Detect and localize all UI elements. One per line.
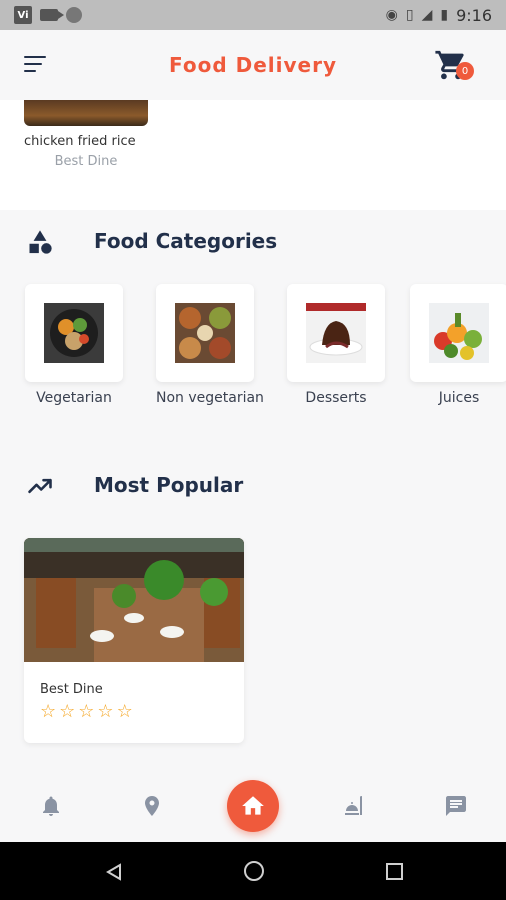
popular-restaurant-card[interactable]: Best Dine ☆ ☆ ☆ ☆ ☆ <box>24 538 244 743</box>
trending-up-icon <box>28 478 52 494</box>
restaurant-image <box>24 538 244 662</box>
desserts-image <box>306 303 366 363</box>
category-card[interactable] <box>156 284 254 382</box>
system-home-icon[interactable] <box>244 861 264 881</box>
category-vegetarian[interactable]: Vegetarian <box>25 284 123 406</box>
category-card[interactable] <box>410 284 506 382</box>
status-time: 9:16 <box>456 5 492 25</box>
juices-image <box>429 303 489 363</box>
star-icon: ☆ <box>78 701 95 722</box>
category-non-vegetarian[interactable]: Non vegetarian <box>156 284 264 406</box>
star-icon: ☆ <box>116 701 133 722</box>
cart-count-badge: 0 <box>456 62 474 80</box>
lte-signal-icon: ◢ <box>421 7 433 23</box>
category-juices[interactable]: Juices <box>410 284 506 406</box>
restaurant-icon[interactable] <box>342 794 366 818</box>
star-icon: ☆ <box>59 701 76 722</box>
app-title: Food Delivery <box>169 53 337 77</box>
non-vegetarian-image <box>175 303 235 363</box>
status-right: ◉ ▯ ◢ ▮ 9:16 <box>386 6 492 25</box>
shapes-icon <box>29 230 52 254</box>
notifications-icon[interactable] <box>39 794 63 818</box>
category-card[interactable] <box>25 284 123 382</box>
categories-title: Food Categories <box>94 229 278 253</box>
category-card[interactable] <box>287 284 385 382</box>
featured-strip: chicken fried rice Best Dine <box>0 100 506 210</box>
battery-icon: ▮ <box>440 7 449 23</box>
status-left: Vi <box>14 6 82 24</box>
home-button[interactable] <box>227 780 279 832</box>
system-nav-bar <box>0 842 506 900</box>
back-icon[interactable] <box>104 862 124 882</box>
bottom-nav <box>0 770 506 842</box>
app-bar: Food Delivery 0 <box>0 30 506 100</box>
status-bar: Vi ◉ ▯ ◢ ▮ 9:16 <box>0 0 506 30</box>
chat-icon[interactable] <box>444 794 468 818</box>
category-label: Vegetarian <box>36 390 112 406</box>
vegetarian-image <box>44 303 104 363</box>
circle-icon <box>66 7 82 23</box>
hotspot-icon: ◉ <box>385 7 398 23</box>
featured-dish-restaurant: Best Dine <box>54 154 118 169</box>
location-icon[interactable] <box>140 794 164 818</box>
home-icon <box>242 796 264 815</box>
featured-dish-image[interactable] <box>24 100 148 126</box>
rating-stars: ☆ ☆ ☆ ☆ ☆ <box>40 702 133 722</box>
menu-icon[interactable] <box>24 56 48 74</box>
cart-button[interactable]: 0 <box>434 48 474 84</box>
recents-icon[interactable] <box>386 863 403 880</box>
category-label: Non vegetarian <box>156 390 264 406</box>
category-label: Desserts <box>305 390 367 406</box>
category-label: Juices <box>438 390 480 406</box>
category-desserts[interactable]: Desserts <box>287 284 385 406</box>
popular-title: Most Popular <box>94 473 244 497</box>
star-icon: ☆ <box>40 701 57 722</box>
restaurant-name: Best Dine <box>40 682 103 697</box>
featured-dish-name: chicken fried rice <box>24 134 136 149</box>
carrier-icon: Vi <box>14 6 32 24</box>
star-icon: ☆ <box>97 701 114 722</box>
vibrate-icon: ▯ <box>405 7 414 23</box>
video-icon <box>40 9 64 21</box>
